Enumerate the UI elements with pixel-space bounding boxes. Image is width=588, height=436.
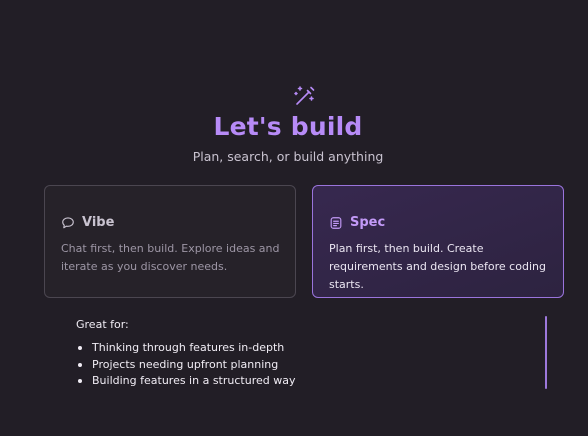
list-item: Thinking through features in-depth [76, 340, 295, 357]
list-item: Building features in a structured way [76, 373, 295, 390]
spec-card-description: Plan first, then build. Create requireme… [329, 242, 546, 291]
spec-card-header: Spec [329, 215, 385, 230]
spec-document-icon [329, 216, 343, 230]
list-item: Projects needing upfront planning [76, 357, 295, 374]
page-subtitle: Plan, search, or build anything [192, 149, 384, 164]
page-title: Let's build [213, 112, 363, 141]
vibe-card-title: Vibe [82, 215, 115, 230]
spec-mode-card[interactable]: Spec Plan first, then build. Create requ… [312, 185, 564, 298]
scrollbar-thumb[interactable] [545, 316, 547, 389]
vibe-card-description: Chat first, then build. Explore ideas an… [61, 242, 280, 273]
chat-bubble-icon [61, 216, 75, 230]
magic-wand-sparkle-icon [292, 84, 316, 108]
vibe-card-header: Vibe [61, 215, 114, 230]
spec-card-title: Spec [350, 215, 386, 230]
great-for-label: Great for: [76, 318, 129, 331]
vibe-mode-card[interactable]: Vibe Chat first, then build. Explore ide… [44, 185, 296, 298]
great-for-list: Thinking through features in-depth Proje… [76, 340, 295, 390]
